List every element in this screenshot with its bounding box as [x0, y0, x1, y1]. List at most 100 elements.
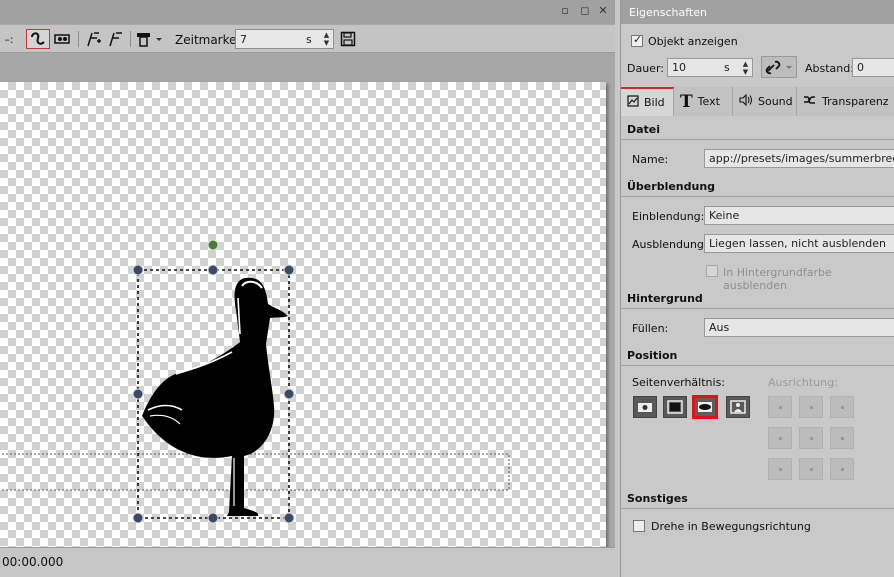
fuellen-label: Füllen:	[632, 322, 669, 335]
link-icon	[765, 60, 792, 75]
einblendung-select[interactable]: Keine	[704, 206, 894, 225]
tab-transparenz[interactable]: Transparenz	[797, 87, 894, 116]
spinner-arrows-icon[interactable]: ▲ ▼	[741, 60, 750, 76]
resize-handle-right[interactable]	[283, 388, 295, 400]
curve-path-icon[interactable]	[26, 29, 50, 49]
minimize-icon[interactable]: ▫	[558, 4, 572, 18]
align-left-button[interactable]	[768, 427, 792, 449]
text-icon: T	[680, 91, 693, 112]
ausrichtung-label: Ausrichtung:	[768, 376, 838, 389]
tab-bild-label: Bild	[644, 96, 665, 109]
ellipse-frame-icon	[698, 402, 712, 412]
tab-sound[interactable]: Sound	[733, 87, 797, 116]
objekt-anzeigen-label: Objekt anzeigen	[648, 35, 738, 48]
zeitmarke-label: Zeitmarke:	[175, 33, 241, 47]
ausblendung-value: Liegen lassen, nicht ausblenden	[709, 237, 886, 250]
camera-path-icon[interactable]	[52, 29, 72, 49]
property-tabs: Bild T Text Sound Transparenz	[621, 87, 894, 116]
canvas-overlay	[0, 239, 510, 524]
duck-image[interactable]	[142, 277, 288, 516]
section-position-heading: Position	[627, 349, 678, 362]
zeitmarke-unit: s	[306, 33, 312, 46]
section-position: Position	[621, 346, 894, 366]
toolbar-separator	[78, 31, 79, 47]
image-icon	[627, 95, 639, 110]
film-strip-dropdown-icon[interactable]	[134, 29, 164, 49]
spinner-arrows-icon[interactable]: ▲ ▼	[322, 31, 331, 47]
einblendung-label: Einblendung:	[632, 210, 705, 223]
aspect-stretch-button[interactable]	[726, 396, 750, 418]
rotation-handle[interactable]	[207, 239, 219, 251]
resize-handle-top[interactable]	[207, 264, 219, 276]
resize-handle-top-left[interactable]	[132, 264, 144, 276]
tab-text-label: Text	[697, 95, 720, 108]
save-icon[interactable]	[338, 29, 358, 49]
status-bar: 00:00.000	[0, 547, 615, 577]
fit-frame-icon	[667, 400, 683, 414]
name-field[interactable]: app://presets/images/summerbreeze/se	[704, 149, 894, 168]
ausblendung-label: Ausblendung:	[632, 238, 708, 251]
aspect-original-button[interactable]	[633, 396, 657, 418]
dauer-field[interactable]: 10 s ▲ ▼	[667, 58, 753, 77]
preview-toolbar: –: Zeitmarke: 7 s ▲ ▼	[0, 25, 615, 53]
section-hintergrund: Hintergrund	[621, 289, 894, 309]
maximize-icon[interactable]: ◻	[578, 4, 592, 18]
seitenverhaeltnis-label: Seitenverhältnis:	[632, 376, 726, 389]
keyframe-add-icon[interactable]	[84, 29, 104, 49]
panel-title: Eigenschaften	[621, 0, 894, 24]
close-icon[interactable]: ✕	[596, 4, 610, 18]
align-center-button[interactable]	[799, 427, 823, 449]
fuellen-value: Aus	[709, 321, 730, 334]
align-right-button[interactable]	[830, 427, 854, 449]
tab-text[interactable]: T Text	[674, 87, 733, 116]
zeitmarke-value: 7	[240, 33, 247, 46]
objekt-anzeigen-checkbox[interactable]	[631, 33, 643, 47]
preview-canvas-area	[0, 54, 615, 571]
drehe-label: Drehe in Bewegungsrichtung	[651, 520, 811, 533]
align-top-left-button[interactable]	[768, 396, 792, 418]
section-sonstiges: Sonstiges	[621, 489, 894, 509]
abstand-value: 0	[857, 61, 864, 74]
tab-transparenz-label: Transparenz	[822, 95, 889, 108]
abstand-field[interactable]: 0	[852, 58, 894, 77]
name-label: Name:	[632, 153, 669, 166]
section-datei: Datei	[621, 120, 894, 140]
resize-handle-left[interactable]	[132, 388, 144, 400]
toolbar-separator	[130, 31, 131, 47]
resize-handle-bottom[interactable]	[207, 512, 219, 524]
timecode: 00:00.000	[2, 555, 64, 569]
section-hintergrund-heading: Hintergrund	[627, 292, 703, 305]
abstand-label: Abstand:	[805, 62, 854, 75]
aspect-fill-button[interactable]	[692, 395, 718, 419]
tab-sound-label: Sound	[758, 95, 793, 108]
properties-panel: Eigenschaften Objekt anzeigen Dauer: 10 …	[620, 0, 894, 577]
align-bottom-button[interactable]	[799, 458, 823, 480]
fuellen-select[interactable]: Aus	[704, 318, 894, 337]
dauer-value: 10	[672, 61, 686, 74]
hintergrundfarbe-checkbox[interactable]	[706, 265, 718, 277]
toolbar-dropdown[interactable]: –:	[0, 29, 18, 49]
preview-titlebar: ▫ ◻ ✕	[0, 0, 615, 24]
text-frame[interactable]	[0, 453, 510, 491]
dauer-unit: s	[724, 61, 730, 74]
align-top-right-button[interactable]	[830, 396, 854, 418]
ausblendung-select[interactable]: Liegen lassen, nicht ausblenden	[704, 234, 894, 253]
zeitmarke-field[interactable]: 7 s ▲ ▼	[235, 29, 334, 49]
drehe-checkbox[interactable]	[633, 520, 645, 532]
panel-title-text: Eigenschaften	[629, 6, 707, 19]
resize-handle-bottom-right[interactable]	[283, 512, 295, 524]
resize-handle-bottom-left[interactable]	[132, 512, 144, 524]
aspect-fit-button[interactable]	[663, 396, 687, 418]
align-bottom-left-button[interactable]	[768, 458, 792, 480]
transparency-icon	[803, 94, 817, 109]
link-button[interactable]	[761, 56, 797, 78]
section-ueberblendung-heading: Überblendung	[627, 180, 716, 193]
resize-handle-top-right[interactable]	[283, 264, 295, 276]
speaker-icon	[739, 93, 753, 109]
dauer-label: Dauer:	[627, 62, 664, 75]
tab-bild[interactable]: Bild	[621, 87, 674, 116]
align-bottom-right-button[interactable]	[830, 458, 854, 480]
align-top-button[interactable]	[799, 396, 823, 418]
keyframe-remove-icon[interactable]	[106, 29, 126, 49]
preview-pane: ▫ ◻ ✕ –: Zeitmarke: 7 s ▲ ▼ 00:00.000	[0, 0, 615, 577]
